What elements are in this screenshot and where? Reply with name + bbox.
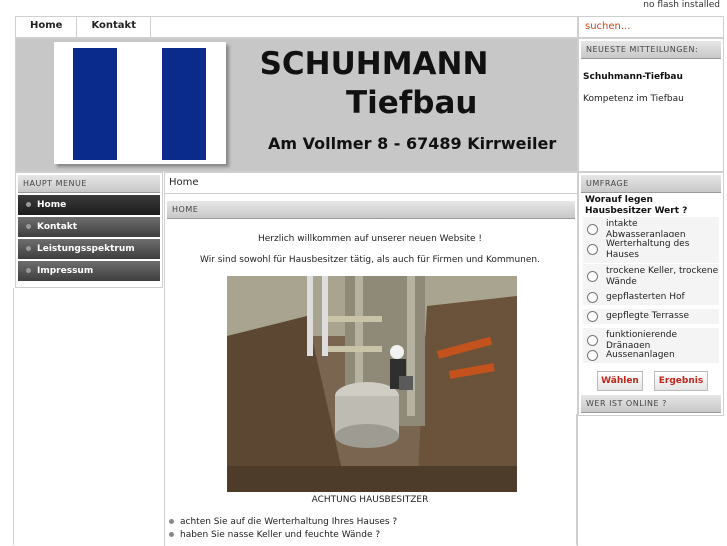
bullet-icon — [26, 224, 31, 229]
poll-option[interactable]: Aussenanlagen — [583, 348, 719, 363]
poll-option[interactable]: gepflasterten Hof — [583, 290, 719, 305]
radio-button[interactable] — [587, 291, 598, 303]
search-input[interactable] — [579, 17, 727, 35]
main-menu: HAUPT MENUE Home Kontakt Leistungsspektr… — [15, 172, 163, 288]
poll-option[interactable]: trockene Keller, trockene Wände — [583, 264, 719, 290]
poll-option-label: gepflasterten Hof — [606, 292, 685, 302]
search-box — [578, 16, 727, 38]
flash-notice: no flash installed — [643, 0, 720, 10]
poll-vote-button[interactable]: Wählen — [597, 371, 643, 391]
radio-button[interactable] — [587, 310, 598, 322]
who-is-online-panel: WER IST ONLINE ? — [579, 395, 723, 413]
poll-option-label: gepflegte Terrasse — [606, 311, 689, 321]
news-panel: NEUESTE MITTEILUNGEN: Schuhmann-Tiefbau … — [578, 38, 724, 172]
bullet-icon — [26, 202, 31, 207]
menu-item-impressum[interactable]: Impressum — [18, 261, 160, 281]
radio-button[interactable] — [587, 224, 598, 235]
menu-item-label: Impressum — [37, 266, 94, 276]
radio-button[interactable] — [587, 244, 598, 255]
bullet-icon — [26, 246, 31, 251]
online-heading: WER IST ONLINE ? — [581, 395, 721, 413]
poll-option[interactable]: gepflegte Terrasse — [583, 309, 719, 324]
company-subtitle: Tiefbau — [346, 85, 478, 121]
poll-panel: UMFRAGE Worauf legen Hausbesitzer Wert ?… — [578, 172, 724, 416]
bullet-icon — [26, 268, 31, 273]
left-column: HAUPT MENUE Home Kontakt Leistungsspektr… — [15, 172, 163, 542]
list-item: haben Sie nasse Keller und feuchte Wände… — [169, 529, 574, 542]
radio-button[interactable] — [587, 335, 598, 346]
menu-item-label: Leistungsspektrum — [37, 244, 135, 254]
bullet-icon — [169, 532, 174, 537]
menu-heading: HAUPT MENUE — [18, 175, 160, 193]
construction-photo-illustration — [227, 276, 517, 492]
poll-result-button[interactable]: Ergebnis — [654, 371, 708, 391]
main-content: Home HOME Herzlich willkommen auf unsere… — [164, 172, 578, 546]
menu-item-label: Home — [37, 200, 67, 210]
header-banner: SCHUHMANN Tiefbau Am Vollmer 8 - 67489 K… — [15, 38, 578, 172]
poll-option-label: Werterhaltung des Hauses — [606, 239, 690, 260]
list-item-text: haben Sie nasse Keller und feuchte Wände… — [180, 530, 381, 540]
menu-item-leistungsspektrum[interactable]: Leistungsspektrum — [18, 239, 160, 259]
poll-option-label: Aussenanlagen — [606, 350, 675, 360]
radio-button[interactable] — [587, 271, 598, 282]
list-item: achten Sie auf die Werterhaltung Ihres H… — [169, 516, 574, 529]
bullet-icon — [169, 519, 174, 524]
bullet-list: achten Sie auf die Werterhaltung Ihres H… — [169, 516, 574, 542]
topnav-kontakt-link[interactable]: Kontakt — [77, 17, 151, 37]
list-item-text: achten Sie auf die Werterhaltung Ihres H… — [180, 517, 398, 527]
poll-question: Worauf legen Hausbesitzer Wert ? — [585, 195, 688, 216]
breadcrumb: Home — [165, 173, 577, 194]
section-heading: HOME — [167, 201, 575, 219]
left-column-border — [13, 288, 14, 545]
intro-text: Wir sind sowohl für Hausbesitzer tätig, … — [200, 255, 540, 265]
poll-heading: UMFRAGE — [581, 175, 721, 193]
poll-option[interactable]: Werterhaltung des Hauses — [583, 237, 719, 263]
company-name: SCHUHMANN — [259, 46, 489, 82]
company-address: Am Vollmer 8 - 67489 Kirrweiler — [268, 134, 557, 153]
news-heading: NEUESTE MITTEILUNGEN: — [581, 41, 721, 59]
poll-option-label: trockene Keller, trockene Wände — [606, 266, 719, 287]
news-text: Kompetenz im Tiefbau — [583, 94, 684, 104]
news-title: Schuhmann-Tiefbau — [583, 72, 683, 82]
top-navigation: Home Kontakt — [15, 16, 578, 38]
menu-item-kontakt[interactable]: Kontakt — [18, 217, 160, 237]
radio-button[interactable] — [587, 349, 598, 361]
menu-item-label: Kontakt — [37, 222, 78, 232]
menu-item-home[interactable]: Home — [18, 195, 160, 215]
main-column-border — [576, 414, 577, 545]
photo-caption: ACHTUNG HAUSBESITZER — [311, 495, 429, 505]
welcome-text: Herzlich willkommen auf unserer neuen We… — [257, 234, 482, 244]
topnav-home-link[interactable]: Home — [16, 17, 78, 37]
construction-photo — [227, 276, 517, 492]
